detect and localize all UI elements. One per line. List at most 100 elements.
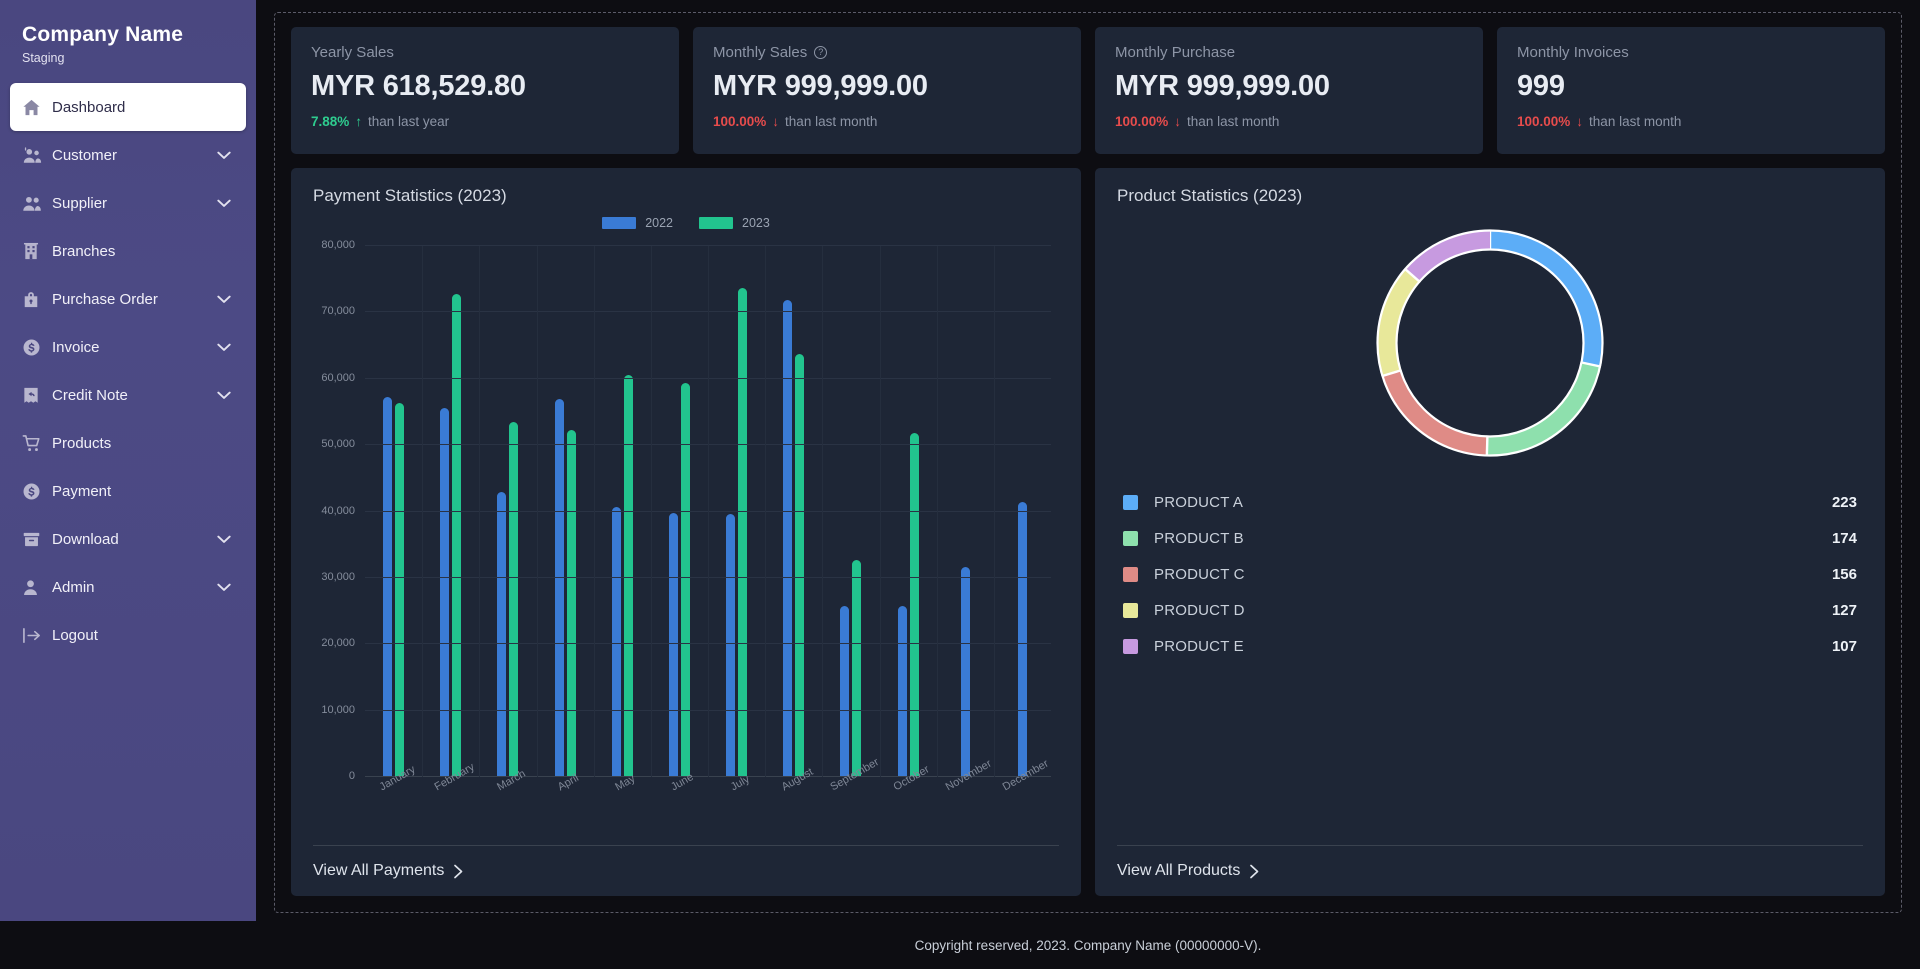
- donut-slice-product-b[interactable]: [1486, 362, 1601, 456]
- product-legend-row[interactable]: PRODUCT B 174: [1123, 520, 1857, 556]
- sidebar-item-customer[interactable]: Customer: [10, 131, 246, 179]
- product-count: 127: [1831, 601, 1857, 619]
- customers-icon: [22, 146, 52, 165]
- x-axis-tick: November: [937, 758, 994, 831]
- donut-slice-product-a[interactable]: [1489, 230, 1603, 367]
- bar-group[interactable]: [422, 246, 479, 777]
- sidebar-item-logout[interactable]: Logout: [10, 611, 246, 659]
- bar-2022-March[interactable]: [497, 491, 507, 777]
- chevron-down-icon[interactable]: [216, 151, 232, 160]
- product-swatch-icon: [1123, 638, 1138, 654]
- bar-2022-August[interactable]: [783, 300, 793, 777]
- sidebar-item-supplier[interactable]: Supplier: [10, 179, 246, 227]
- logout-icon: [22, 626, 52, 645]
- bar-2023-April[interactable]: [566, 429, 576, 777]
- product-count: 107: [1831, 637, 1857, 655]
- x-gridline: [993, 246, 995, 777]
- product-legend-row[interactable]: PRODUCT D 127: [1123, 592, 1857, 628]
- bar-group[interactable]: [937, 246, 994, 777]
- bar-2022-October[interactable]: [897, 605, 907, 777]
- bar-group[interactable]: [479, 246, 536, 777]
- sidebar-item-credit-note[interactable]: Credit Note: [10, 371, 246, 419]
- bar-2022-June[interactable]: [668, 512, 678, 777]
- sidebar-item-label: Branches: [52, 242, 116, 260]
- product-legend-row[interactable]: PRODUCT E 107: [1123, 628, 1857, 664]
- copyright-text: Copyright reserved, 2023. Company Name (…: [914, 937, 1262, 953]
- trend-down-icon: ↓: [1576, 114, 1584, 129]
- bar-group[interactable]: [594, 246, 651, 777]
- legend-item-2022[interactable]: 2022: [602, 216, 673, 230]
- donut-svg: [1376, 229, 1604, 457]
- product-legend-row[interactable]: PRODUCT C 156: [1123, 556, 1857, 592]
- kpi-card-monthly-sales: Monthly Sales? MYR 999,999.00 100.00% ↓ than…: [693, 27, 1081, 154]
- bar-group[interactable]: [651, 246, 708, 777]
- sidebar-item-dashboard[interactable]: Dashboard: [10, 83, 246, 132]
- brand: Company Name Staging: [0, 14, 256, 79]
- brand-subtitle: Staging: [22, 51, 65, 66]
- y-axis-tick-label: 30,000: [321, 570, 355, 583]
- view-all-products-link[interactable]: View All Products: [1117, 862, 1260, 880]
- x-gridline: [765, 246, 767, 777]
- bar-2023-August[interactable]: [795, 354, 805, 777]
- bar-group[interactable]: [708, 246, 765, 777]
- view-all-payments-link[interactable]: View All Payments: [313, 862, 464, 880]
- chevron-down-icon[interactable]: [216, 295, 232, 304]
- y-axis-tick-label: 40,000: [321, 504, 355, 517]
- sidebar-item-payment[interactable]: Payment: [10, 467, 246, 515]
- product-legend-row[interactable]: PRODUCT A 223: [1123, 484, 1857, 520]
- bar-2023-October[interactable]: [909, 433, 919, 777]
- chevron-down-icon[interactable]: [216, 391, 232, 400]
- bar-2022-December[interactable]: [1017, 501, 1027, 777]
- sidebar-item-invoice[interactable]: Invoice: [10, 323, 246, 371]
- chevron-down-icon[interactable]: [216, 343, 232, 352]
- bar-2023-June[interactable]: [680, 383, 690, 777]
- sidebar: Company Name Staging Dashboard Customer Su…: [0, 0, 256, 921]
- bar-group[interactable]: [880, 246, 937, 777]
- kpi-label-text: Monthly Sales: [713, 44, 808, 61]
- info-icon[interactable]: ?: [814, 46, 828, 59]
- sidebar-item-branches[interactable]: Branches: [10, 227, 246, 275]
- chevron-right-icon: [1249, 864, 1260, 879]
- legend-swatch-icon: [602, 217, 637, 229]
- kpi-value: MYR 999,999.00: [1115, 70, 1330, 102]
- x-axis-tick: September: [822, 756, 881, 831]
- trend-up-icon: ↑: [355, 114, 363, 129]
- kpi-delta: 100.00% ↓ than last month: [713, 114, 1061, 129]
- bar-2022-April[interactable]: [554, 398, 564, 777]
- bar-2023-February[interactable]: [452, 294, 462, 777]
- chevron-down-icon[interactable]: [216, 199, 232, 208]
- bar-2022-September[interactable]: [840, 605, 850, 777]
- product-donut-chart: [1117, 210, 1863, 468]
- chevron-down-icon[interactable]: [216, 583, 232, 592]
- bar-2023-March[interactable]: [509, 421, 519, 777]
- chevron-down-icon[interactable]: [216, 535, 232, 544]
- sidebar-item-purchase-order[interactable]: Purchase Order: [10, 275, 246, 323]
- bar-2022-January[interactable]: [383, 397, 393, 777]
- statistics-panels: Payment Statistics (2023) 2022 2023 0 10,0…: [291, 168, 1885, 896]
- bar-2022-July[interactable]: [726, 513, 736, 777]
- bar-group[interactable]: [822, 246, 879, 777]
- y-axis-tick-label: 50,000: [321, 438, 355, 451]
- bar-group[interactable]: [765, 246, 822, 777]
- sidebar-item-admin[interactable]: Admin: [10, 563, 246, 611]
- kpi-delta: 7.88% ↑ than last year: [311, 114, 659, 129]
- brand-title: Company Name: [22, 23, 184, 46]
- bar-2023-July[interactable]: [738, 288, 748, 777]
- bar-2023-January[interactable]: [395, 402, 405, 777]
- sidebar-item-label: Invoice: [52, 338, 100, 356]
- product-chart-body: PRODUCT A 223 PRODUCT B 174 PRODUCT C 156 PROD…: [1117, 210, 1863, 839]
- y-axis-tick-label: 60,000: [321, 371, 355, 384]
- legend-item-2023[interactable]: 2023: [699, 216, 770, 230]
- bar-group[interactable]: [994, 246, 1051, 777]
- bar-2022-February[interactable]: [440, 407, 450, 777]
- bar-group[interactable]: [365, 246, 422, 777]
- bar-group[interactable]: [537, 246, 594, 777]
- bar-2023-September[interactable]: [852, 559, 862, 777]
- x-axis-tick: October: [880, 763, 937, 831]
- sidebar-item-products[interactable]: Products: [10, 419, 246, 467]
- x-gridline: [536, 246, 538, 777]
- bar-2022-November[interactable]: [960, 567, 970, 777]
- sidebar-item-download[interactable]: Download: [10, 515, 246, 563]
- payment-bar-chart: 2022 2023 0 10,000 20,000 30,000 40,000 50,000…: [313, 210, 1059, 839]
- bar-2022-May[interactable]: [611, 506, 621, 777]
